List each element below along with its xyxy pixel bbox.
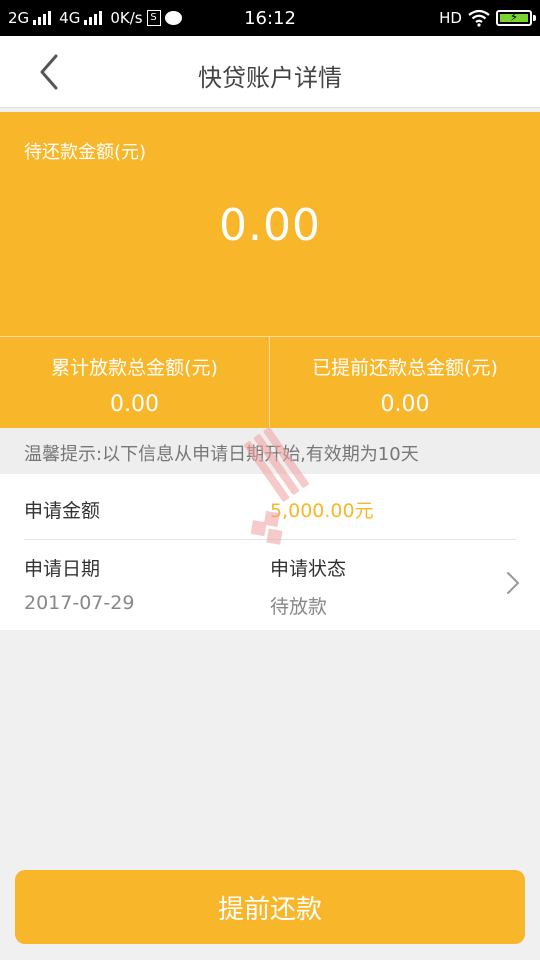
application-info[interactable]: 申请金额 5,000.00元 申请日期 2017-07-29 申请状态 待放款 [0,474,540,630]
application-date-value: 2017-07-29 [24,592,135,614]
summary-totals: 累计放款总金额(元) 0.00 已提前还款总金额(元) 0.00 [0,336,540,429]
application-amount-row: 申请金额 5,000.00元 [24,474,516,540]
nav-header: 快贷账户详情 [0,36,540,108]
application-amount-label: 申请金额 [24,500,101,522]
application-date-label: 申请日期 [24,558,101,580]
chevron-right-icon[interactable] [504,570,522,596]
application-detail-row[interactable]: 申请日期 2017-07-29 申请状态 待放款 [24,540,519,630]
application-amount-value: 5,000.00元 [270,500,374,522]
status-right: HD ⚡ [439,9,536,27]
total-disbursed-value: 0.00 [110,392,159,417]
wifi-icon [468,9,490,27]
status-bar: 2G 4G 0K/s S 16:12 HD ⚡ [0,0,540,36]
charging-icon: ⚡ [509,10,519,24]
application-status-value: 待放款 [270,596,328,618]
page-title: 快贷账户详情 [198,64,342,92]
prepay-button[interactable]: 提前还款 [15,870,525,944]
battery-icon: ⚡ [496,10,536,26]
total-prepaid-label: 已提前还款总金额(元) [312,357,498,379]
total-disbursed: 累计放款总金额(元) 0.00 [0,337,270,429]
pending-repayment-label: 待还款金额(元) [24,142,147,163]
total-prepaid: 已提前还款总金额(元) 0.00 [270,337,540,429]
application-status-label: 申请状态 [270,558,347,580]
hd-label: HD [439,9,462,27]
loan-summary-panel: 待还款金额(元) 0.00 累计放款总金额(元) 0.00 已提前还款总金额(元… [0,112,540,429]
pending-repayment-amount: 0.00 [219,200,321,251]
total-prepaid-value: 0.00 [380,392,430,417]
notice-tip: 温馨提示:以下信息从申请日期开始,有效期为10天 [0,428,540,474]
total-disbursed-label: 累计放款总金额(元) [51,357,218,379]
